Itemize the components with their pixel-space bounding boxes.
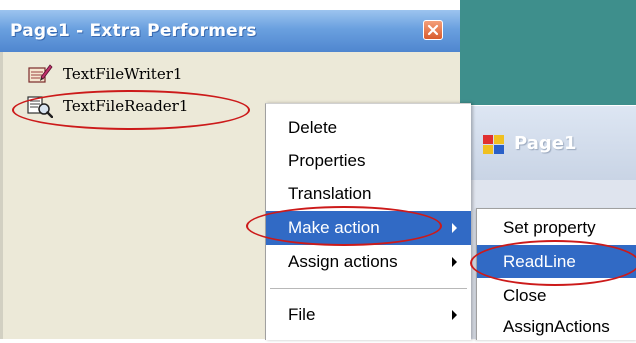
menu-item-file[interactable]: File: [266, 298, 471, 332]
menu-item-label: Translation: [288, 184, 372, 203]
menu-item-assign-actions[interactable]: Assign actions: [266, 245, 471, 279]
page1-title: Page1: [514, 133, 577, 154]
menu-separator: [270, 288, 467, 289]
submenu-item-label: ReadLine: [503, 252, 576, 271]
window-title: Page1 - Extra Performers: [10, 21, 257, 41]
submenu-item-assignactions[interactable]: AssignActions: [477, 310, 636, 343]
context-menu: Delete Properties Translation Make actio…: [265, 103, 471, 340]
menu-item-label: Make action: [288, 218, 380, 237]
submenu-item-readline[interactable]: ReadLine: [477, 245, 636, 278]
extra-performers-titlebar[interactable]: Page1 - Extra Performers: [0, 10, 460, 52]
submenu-arrow-icon: [452, 257, 457, 267]
text-file-reader-icon: [27, 94, 54, 119]
menu-item-properties[interactable]: Properties: [266, 144, 471, 178]
menu-item-translation[interactable]: Translation: [266, 177, 471, 211]
page1-titlebar[interactable]: Page1: [470, 106, 636, 180]
menu-item-label: Properties: [288, 151, 366, 170]
text-file-writer-icon: [27, 62, 53, 86]
submenu-arrow-icon: [452, 310, 457, 320]
performer-item-textfilewriter[interactable]: TextFileWriter1: [13, 58, 453, 90]
menu-item-label: Assign actions: [288, 252, 398, 271]
submenu-item-label: Close: [503, 286, 547, 305]
close-icon[interactable]: [423, 20, 443, 40]
menu-item-make-action[interactable]: Make action: [266, 211, 471, 245]
form-icon: [482, 134, 506, 156]
submenu-item-label: AssignActions: [503, 317, 610, 336]
performer-label: TextFileWriter1: [63, 65, 183, 83]
submenu-item-label: Set property: [503, 218, 596, 237]
desktop-background: [460, 0, 636, 105]
menu-item-delete[interactable]: Delete: [266, 111, 471, 145]
make-action-submenu: Set property ReadLine Close AssignAction…: [476, 208, 636, 340]
menu-item-label: File: [288, 305, 316, 324]
performer-label: TextFileReader1: [63, 97, 189, 115]
submenu-item-close[interactable]: Close: [477, 279, 636, 312]
submenu-item-set-property[interactable]: Set property: [477, 211, 636, 244]
submenu-arrow-icon: [452, 223, 457, 233]
menu-item-label: Delete: [288, 118, 338, 137]
